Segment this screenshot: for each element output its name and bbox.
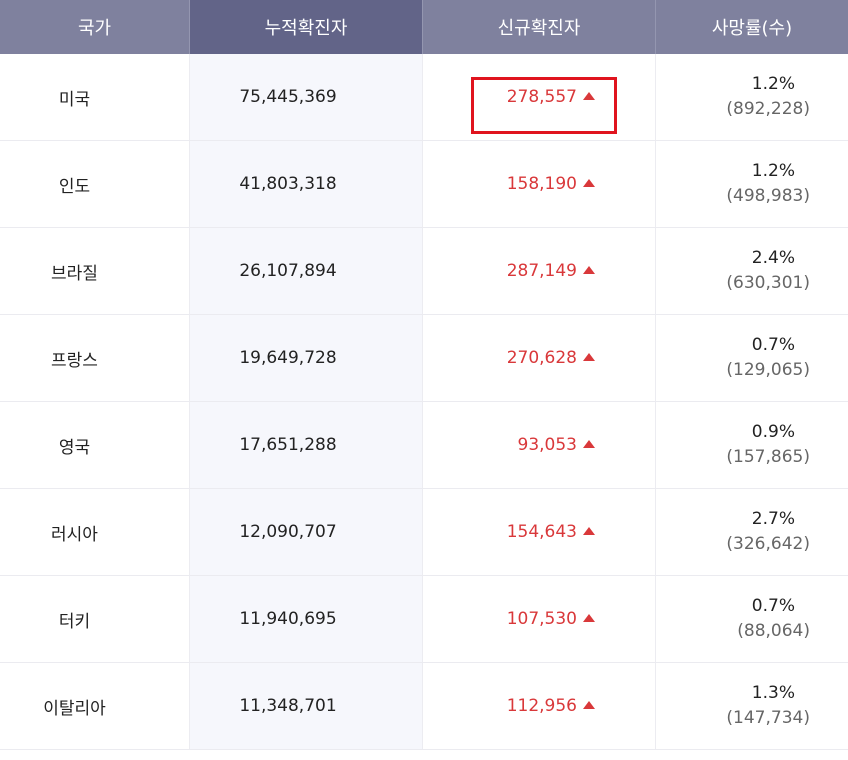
death-rate: 2.4%: [751, 248, 795, 268]
death-cell: 1.2% (892,228): [656, 54, 848, 140]
covid-table: 국가 누적확진자 신규확진자 사망률(수) 미국 75,445,369 278,…: [0, 0, 848, 750]
total-cases: 11,348,701: [239, 696, 337, 716]
death-count: (326,642): [726, 534, 810, 554]
death-cell: 0.7% (129,065): [656, 315, 848, 401]
new-cases-cell: 112,956: [423, 663, 656, 749]
total-cases-cell: 12,090,707: [190, 489, 423, 575]
death-rate: 2.7%: [751, 509, 795, 529]
new-cases-cell: 158,190: [423, 141, 656, 227]
death-cell: 2.4% (630,301): [656, 228, 848, 314]
country-name: 미국: [58, 89, 91, 110]
country-name: 브라질: [51, 263, 98, 284]
total-cases: 12,090,707: [239, 522, 337, 542]
country-name: 러시아: [51, 524, 98, 545]
death-count: (147,734): [726, 708, 810, 728]
header-deaths[interactable]: 사망률(수): [656, 0, 848, 54]
death-cell: 1.2% (498,983): [656, 141, 848, 227]
header-new[interactable]: 신규확진자: [423, 0, 656, 54]
triangle-up-icon: [583, 352, 595, 361]
triangle-up-icon: [583, 178, 595, 187]
total-cases: 17,651,288: [239, 435, 337, 455]
table-row[interactable]: 영국 17,651,288 93,053 0.9% (157,865): [0, 402, 848, 489]
total-cases-cell: 75,445,369: [190, 54, 423, 140]
total-cases-cell: 11,940,695: [190, 576, 423, 662]
country-name: 이탈리아: [43, 698, 106, 719]
new-cases: 112,956: [506, 696, 577, 716]
death-cell: 1.3% (147,734): [656, 663, 848, 749]
new-cases-cell: 93,053: [423, 402, 656, 488]
triangle-up-icon: [583, 439, 595, 448]
table-row[interactable]: 프랑스 19,649,728 270,628 0.7% (129,065): [0, 315, 848, 402]
triangle-up-icon: [583, 265, 595, 274]
table-header: 국가 누적확진자 신규확진자 사망률(수): [0, 0, 848, 54]
country-name: 영국: [58, 437, 91, 458]
header-total[interactable]: 누적확진자: [190, 0, 423, 54]
death-cell: 2.7% (326,642): [656, 489, 848, 575]
table-row[interactable]: 러시아 12,090,707 154,643 2.7% (326,642): [0, 489, 848, 576]
country-cell: 브라질: [0, 228, 190, 314]
country-cell: 미국: [0, 54, 190, 140]
country-cell: 터키: [0, 576, 190, 662]
death-rate: 1.2%: [751, 74, 795, 94]
country-cell: 프랑스: [0, 315, 190, 401]
total-cases-cell: 11,348,701: [190, 663, 423, 749]
death-count: (157,865): [726, 447, 810, 467]
table-body: 미국 75,445,369 278,557 1.2% (892,228) 인도 …: [0, 54, 848, 750]
death-count: (498,983): [726, 186, 810, 206]
death-rate: 1.2%: [751, 161, 795, 181]
new-cases: 287,149: [506, 261, 577, 281]
new-cases: 154,643: [506, 522, 577, 542]
new-cases-cell: 154,643: [423, 489, 656, 575]
country-cell: 이탈리아: [0, 663, 190, 749]
country-cell: 영국: [0, 402, 190, 488]
triangle-up-icon: [583, 613, 595, 622]
death-count: (129,065): [726, 360, 810, 380]
new-cases-cell: 107,530: [423, 576, 656, 662]
new-cases: 278,557: [506, 87, 577, 107]
new-cases-cell: 270,628: [423, 315, 656, 401]
triangle-up-icon: [583, 526, 595, 535]
table-row[interactable]: 브라질 26,107,894 287,149 2.4% (630,301): [0, 228, 848, 315]
death-rate: 1.3%: [751, 683, 795, 703]
header-country[interactable]: 국가: [0, 0, 190, 54]
total-cases-cell: 41,803,318: [190, 141, 423, 227]
new-cases: 107,530: [506, 609, 577, 629]
total-cases: 26,107,894: [239, 261, 337, 281]
death-cell: 0.7% (88,064): [656, 576, 848, 662]
new-cases: 270,628: [506, 348, 577, 368]
total-cases-cell: 26,107,894: [190, 228, 423, 314]
death-cell: 0.9% (157,865): [656, 402, 848, 488]
table-row[interactable]: 인도 41,803,318 158,190 1.2% (498,983): [0, 141, 848, 228]
total-cases: 75,445,369: [239, 87, 337, 107]
country-cell: 러시아: [0, 489, 190, 575]
death-count: (88,064): [737, 621, 810, 641]
new-cases-cell: 287,149: [423, 228, 656, 314]
table-row[interactable]: 이탈리아 11,348,701 112,956 1.3% (147,734): [0, 663, 848, 750]
new-cases: 158,190: [506, 174, 577, 194]
table-row[interactable]: 미국 75,445,369 278,557 1.2% (892,228): [0, 54, 848, 141]
total-cases: 41,803,318: [239, 174, 337, 194]
triangle-up-icon: [583, 91, 595, 100]
country-name: 인도: [58, 176, 91, 197]
death-rate: 0.7%: [751, 596, 795, 616]
total-cases-cell: 19,649,728: [190, 315, 423, 401]
country-name: 프랑스: [51, 350, 98, 371]
death-count: (630,301): [726, 273, 810, 293]
triangle-up-icon: [583, 700, 595, 709]
death-rate: 0.7%: [751, 335, 795, 355]
total-cases: 11,940,695: [239, 609, 337, 629]
total-cases-cell: 17,651,288: [190, 402, 423, 488]
death-rate: 0.9%: [751, 422, 795, 442]
table-row[interactable]: 터키 11,940,695 107,530 0.7% (88,064): [0, 576, 848, 663]
death-count: (892,228): [726, 99, 810, 119]
new-cases: 93,053: [517, 435, 577, 455]
new-cases-cell: 278,557: [423, 54, 656, 140]
total-cases: 19,649,728: [239, 348, 337, 368]
country-name: 터키: [58, 611, 91, 632]
country-cell: 인도: [0, 141, 190, 227]
